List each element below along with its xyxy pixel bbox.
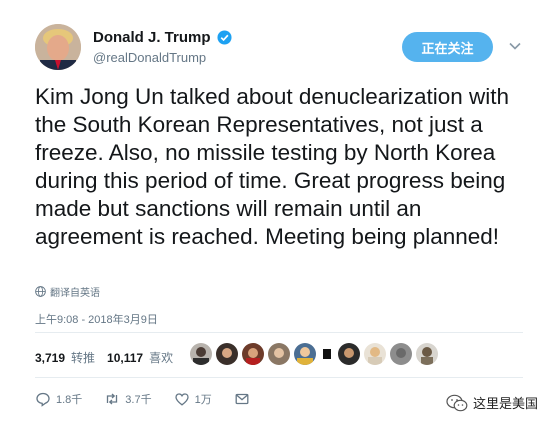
like-count: 1万 <box>194 394 212 406</box>
liker-avatar[interactable] <box>294 343 316 365</box>
retweet-action[interactable]: 3.7千 <box>104 391 152 407</box>
likes-count[interactable]: 10,117 <box>107 351 143 365</box>
verified-badge-icon <box>216 30 232 45</box>
liker-avatars <box>190 343 438 365</box>
watermark-text: 这里是美国 <box>473 396 539 411</box>
like-action[interactable]: 1万 <box>174 391 212 407</box>
message-icon <box>235 393 249 405</box>
liker-avatar[interactable] <box>242 343 264 365</box>
wechat-icon <box>446 394 468 411</box>
tweet-actions: 1.8千 3.7千 1万 <box>35 391 272 407</box>
chevron-down-icon[interactable] <box>508 39 522 53</box>
liker-avatar[interactable] <box>268 343 290 365</box>
liker-avatar[interactable] <box>320 343 334 365</box>
engagement-stats: 3,719 转推 10,117 喜欢 <box>35 349 179 366</box>
following-button[interactable]: 正在关注 <box>402 32 493 62</box>
liker-avatar[interactable] <box>190 343 212 365</box>
globe-icon <box>35 286 46 297</box>
retweets-count[interactable]: 3,719 <box>35 351 65 365</box>
tweet-timestamp[interactable]: 上午9:08 - 2018年3月9日 <box>35 311 158 327</box>
translate-label[interactable]: 翻译自英语 <box>50 284 100 299</box>
liker-avatar[interactable] <box>338 343 360 365</box>
divider <box>35 377 523 378</box>
retweet-count: 3.7千 <box>125 394 152 406</box>
reply-count: 1.8千 <box>56 394 83 406</box>
retweet-icon <box>107 393 118 405</box>
liker-avatar[interactable] <box>364 343 386 365</box>
watermark: 这里是美国 <box>446 393 538 412</box>
liker-avatar[interactable] <box>416 343 438 365</box>
heart-icon <box>174 393 189 406</box>
retweets-label[interactable]: 转推 <box>71 349 95 366</box>
liker-avatar[interactable] <box>390 343 412 365</box>
tweet-text: Kim Jong Un talked about denuclearizatio… <box>35 84 510 249</box>
author-avatar[interactable] <box>35 24 81 70</box>
author-handle[interactable]: @realDonaldTrump <box>93 50 206 65</box>
liker-avatar[interactable] <box>216 343 238 365</box>
message-action[interactable] <box>234 391 250 407</box>
reply-icon <box>36 392 50 407</box>
divider <box>35 332 523 333</box>
translate-link[interactable]: 翻译自英语 <box>35 284 100 299</box>
author-name-row: Donald J. Trump <box>93 29 232 46</box>
reply-action[interactable]: 1.8千 <box>35 391 82 407</box>
author-name[interactable]: Donald J. Trump <box>93 29 211 46</box>
likes-label[interactable]: 喜欢 <box>149 349 173 366</box>
